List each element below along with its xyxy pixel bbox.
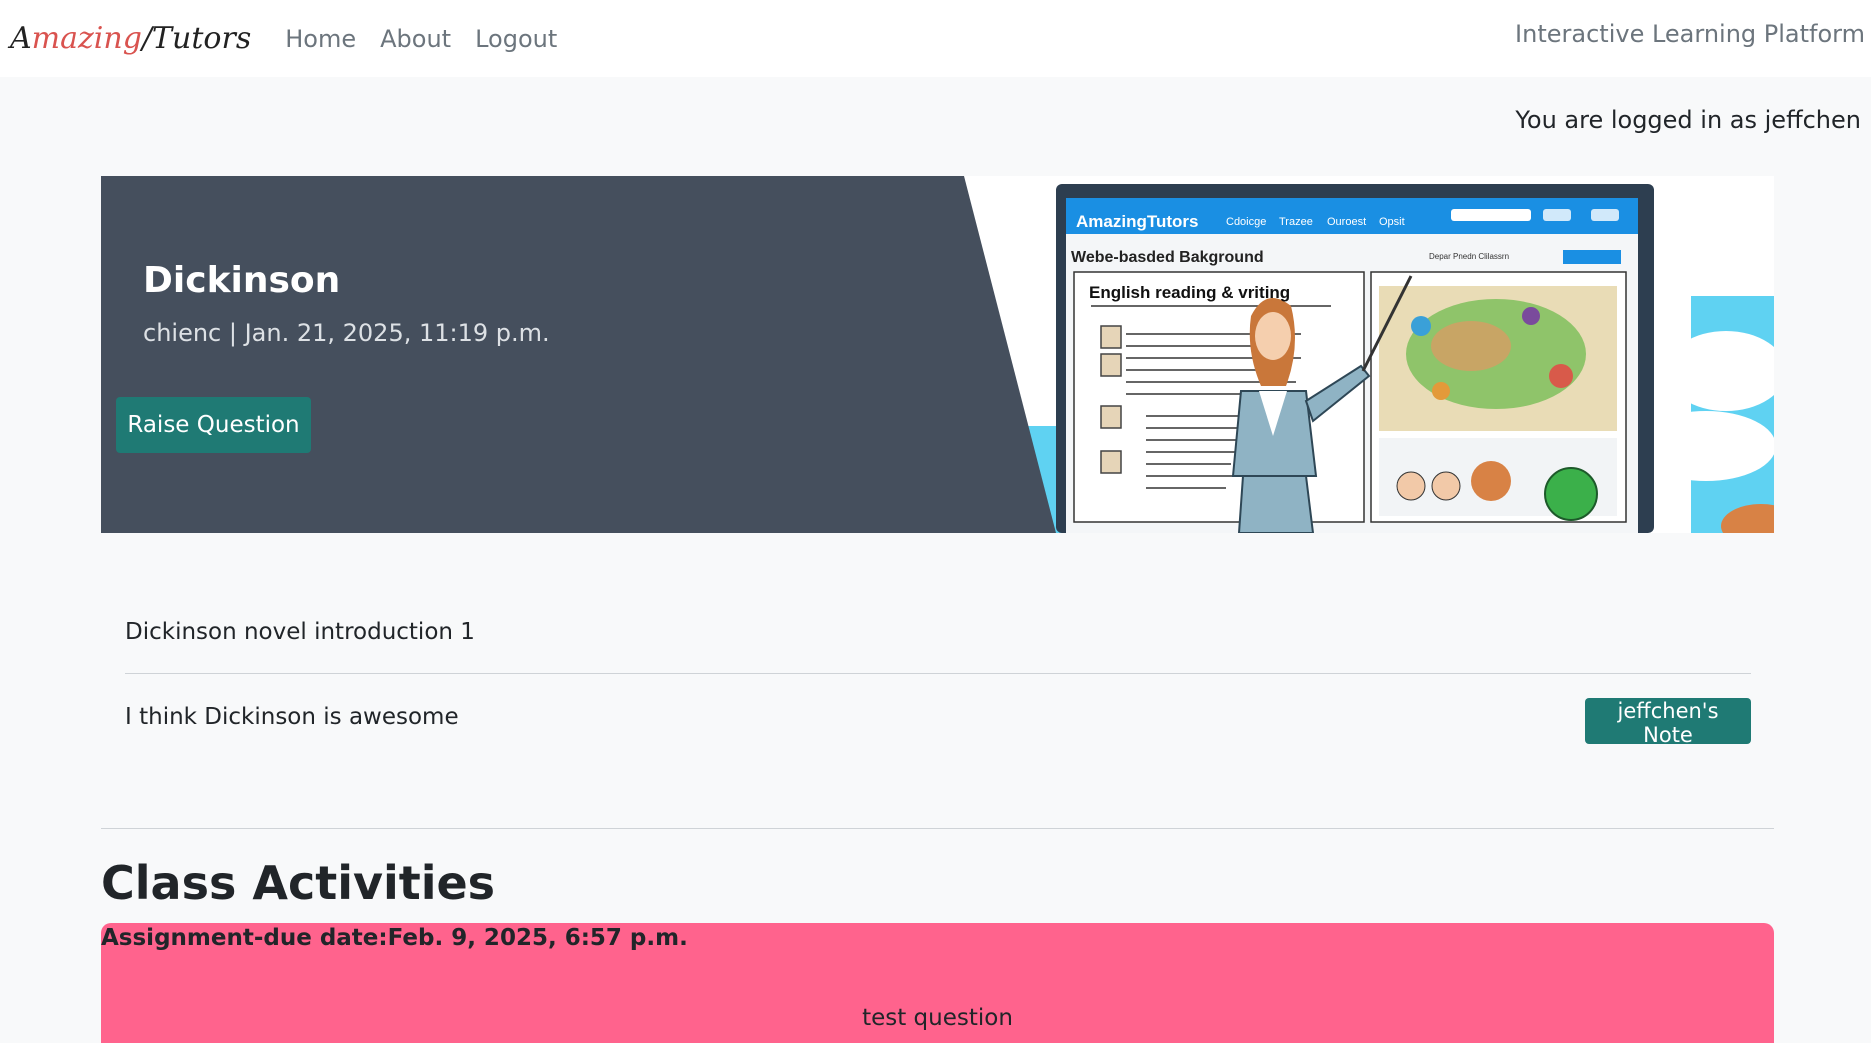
course-meta: chienc | Jan. 21, 2025, 11:19 p.m. — [143, 319, 550, 347]
login-status: You are logged in as jeffchen — [1515, 106, 1861, 134]
navbar: Amazing/Tutors Home About Logout Interac… — [0, 0, 1871, 77]
item-divider — [125, 673, 1751, 674]
nav-about-link[interactable]: About — [380, 25, 451, 53]
assignment-question: test question — [862, 1005, 1013, 1031]
illustration-panel-right: Depar Pnedn Clilassrn — [1429, 252, 1509, 261]
illustration-menu-3: Ouroest — [1327, 216, 1366, 228]
brand-part-1: A — [10, 21, 32, 56]
illustration-menu-1: Cdoicge — [1226, 216, 1266, 228]
note-button[interactable]: jeffchen's Note — [1585, 698, 1751, 747]
course-hero: AmazingTutors Cdoicge Trazee Ouroest Ops… — [101, 176, 1774, 533]
section-divider — [101, 828, 1774, 829]
assignment-card[interactable]: Assignment-due date:Feb. 9, 2025, 6:57 p… — [101, 923, 1774, 1043]
illustration-subject: English reading & vriting — [1089, 283, 1290, 302]
brand-logo[interactable]: Amazing/Tutors — [10, 21, 251, 56]
illustration-panel-title: Webe-basded Bakground — [1071, 249, 1264, 266]
illustration-menu-4: Opsit — [1379, 216, 1405, 228]
nav-home-link[interactable]: Home — [285, 25, 356, 53]
brand-part-2: mazing — [31, 21, 142, 56]
navbar-tagline: Interactive Learning Platform — [1515, 20, 1865, 48]
comment-item: I think Dickinson is awesome — [125, 704, 459, 730]
assignment-due-date: Assignment-due date:Feb. 9, 2025, 6:57 p… — [101, 925, 688, 951]
course-title: Dickinson — [143, 260, 341, 301]
illustration-menu-2: Trazee — [1279, 216, 1313, 228]
brand-part-3: /Tutors — [141, 21, 252, 56]
lesson-item[interactable]: Dickinson novel introduction 1 — [125, 619, 475, 645]
raise-question-button[interactable]: Raise Question — [116, 397, 311, 453]
activities-title: Class Activities — [101, 856, 496, 910]
nav-logout-link[interactable]: Logout — [475, 25, 557, 53]
illustration-brand: AmazingTutors — [1076, 212, 1198, 231]
